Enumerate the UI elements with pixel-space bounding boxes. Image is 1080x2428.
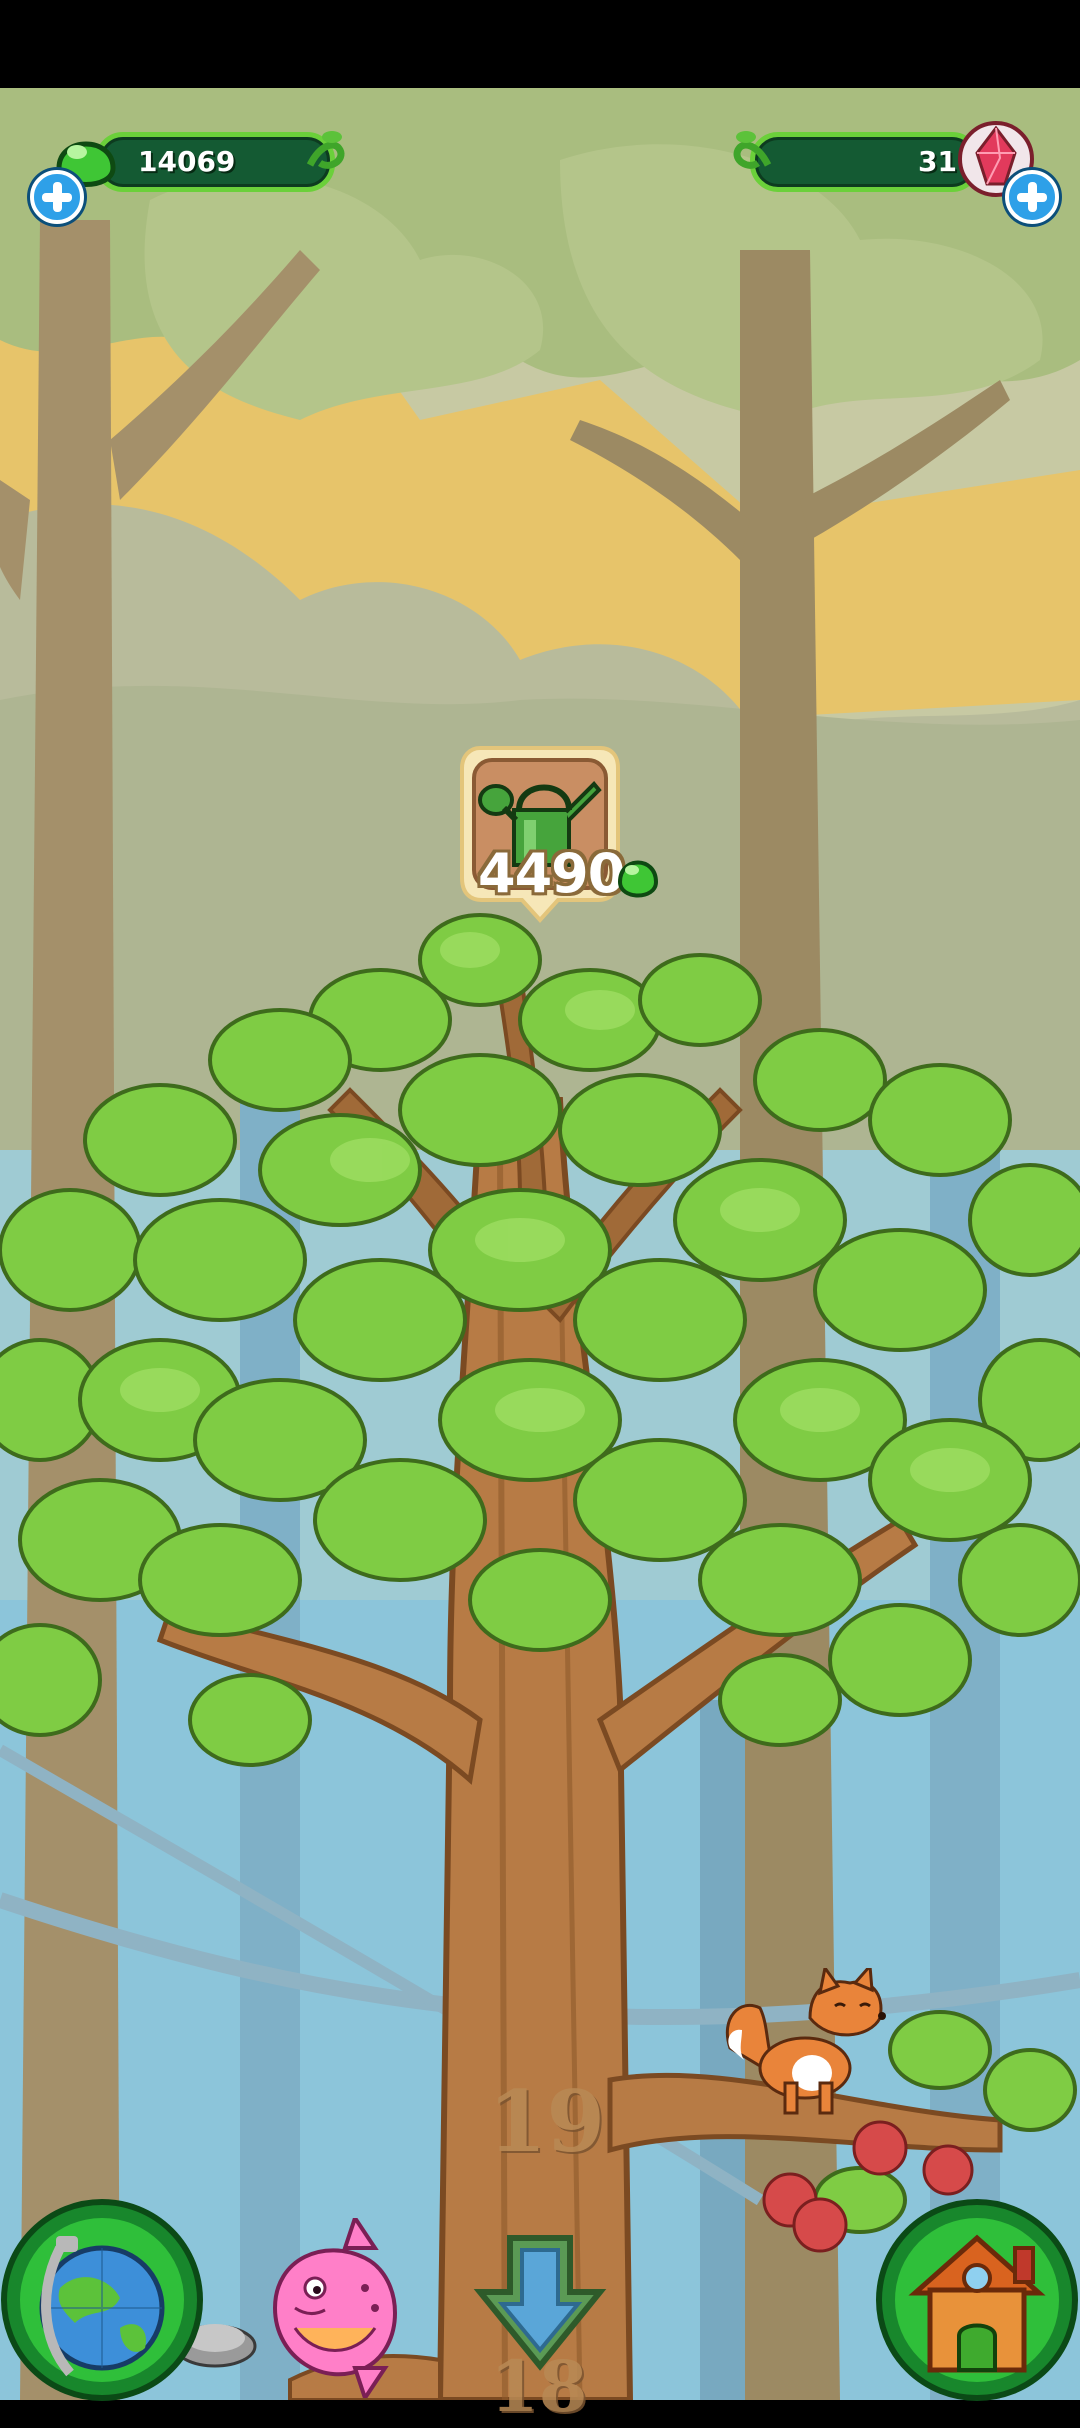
fox-character[interactable] — [720, 1968, 890, 2118]
current-level-number: 19 — [488, 2072, 605, 2171]
add-gems-button[interactable] — [30, 170, 84, 224]
add-crystals-button[interactable] — [1005, 170, 1059, 224]
upgrade-cost-value: 4490 — [478, 842, 625, 905]
arrow-down-icon[interactable] — [470, 2232, 610, 2372]
gems-counter-bar: 14069 — [95, 132, 335, 192]
pink-fish-creature[interactable] — [255, 2218, 405, 2398]
status-bar — [0, 0, 1080, 88]
globe-button[interactable] — [0, 2198, 205, 2403]
game-scene — [0, 88, 1080, 2400]
green-gem-icon — [617, 860, 659, 898]
crystals-counter-bar: 31 — [750, 132, 980, 192]
house-button[interactable] — [875, 2198, 1080, 2403]
forest-background — [0, 88, 1080, 2400]
watering-upgrade-button[interactable] — [460, 738, 620, 938]
vine-curl-icon — [306, 131, 345, 169]
crystals-counter-value: 31 — [918, 145, 957, 178]
vine-curl-left-icon — [733, 131, 772, 169]
gems-counter-value: 14069 — [138, 145, 236, 178]
